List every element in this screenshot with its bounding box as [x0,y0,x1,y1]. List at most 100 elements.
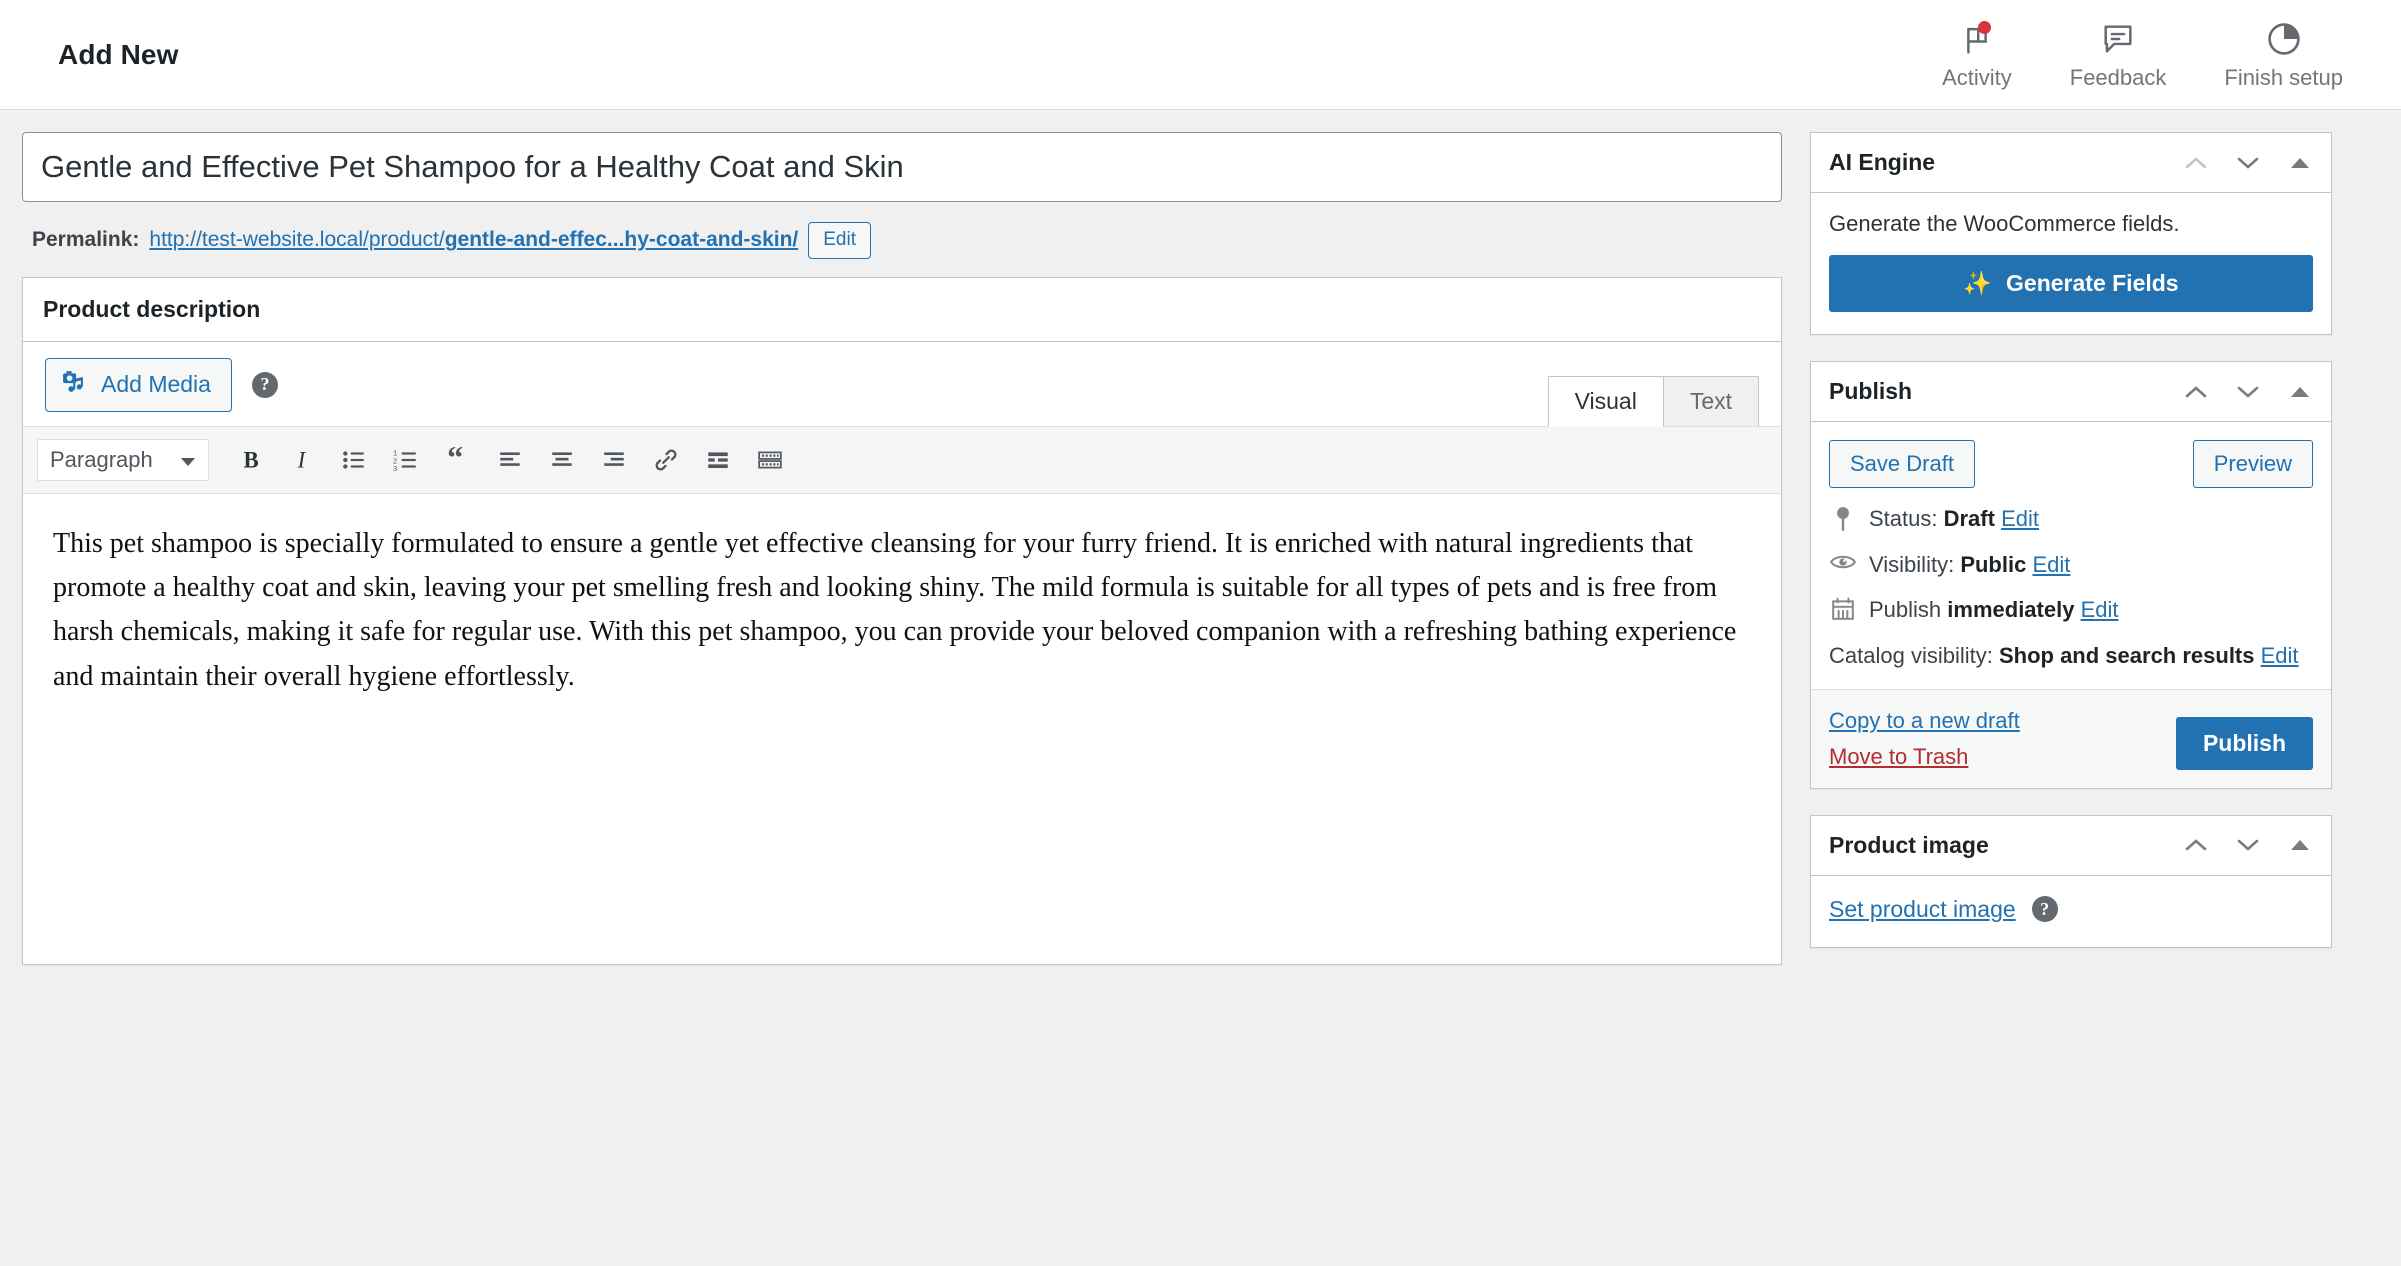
bold-icon[interactable]: B [227,437,273,483]
product-title-input[interactable] [22,132,1782,202]
collapse-toggle-icon[interactable] [2287,150,2313,176]
ai-engine-title: AI Engine [1829,149,1935,176]
chevron-up-icon[interactable] [2183,379,2209,405]
publish-title: Publish [1829,378,1912,405]
align-right-icon[interactable] [591,437,637,483]
permalink-row: Permalink: http://test-website.local/pro… [32,222,1782,259]
notification-badge [1978,21,1991,34]
status-text: Status: Draft Edit [1869,504,2039,534]
publish-button[interactable]: Publish [2176,717,2313,770]
publish-quick-actions: Save Draft Preview [1811,422,2331,494]
ai-engine-description: Generate the WooCommerce fields. [1829,211,2313,237]
generate-fields-label: Generate Fields [2006,270,2179,297]
add-media-label: Add Media [101,371,211,398]
publish-header: Publish [1811,362,2331,422]
tab-visual[interactable]: Visual [1548,376,1664,427]
svg-text:B: B [244,447,259,472]
status-edit-link[interactable]: Edit [2001,506,2039,531]
publish-footer-links: Copy to a new draft Move to Trash [1829,708,2020,770]
save-draft-button[interactable]: Save Draft [1829,440,1975,488]
collapse-toggle-icon[interactable] [2287,832,2313,858]
media-group: Add Media ? [45,358,278,426]
catalog-value: Shop and search results [1999,643,2255,668]
panel-handle-actions [2183,379,2313,405]
align-center-icon[interactable] [539,437,585,483]
editor-content-area[interactable]: This pet shampoo is specially formulated… [23,494,1781,964]
visibility-value: Public [1960,552,2026,577]
status-value: Draft [1944,506,1995,531]
permalink-base: http://test-website.local/product/ [149,228,444,251]
publish-misc-actions: Status: Draft Edit Visibility: [1811,494,2331,689]
numbered-list-icon[interactable]: 1 2 3 [383,437,429,483]
catalog-label: Catalog visibility: [1829,643,1993,668]
align-left-icon[interactable] [487,437,533,483]
main-column: Permalink: http://test-website.local/pro… [22,132,1782,965]
panel-handle-actions [2183,150,2313,176]
read-more-icon[interactable] [695,437,741,483]
permalink-edit-button[interactable]: Edit [808,222,871,259]
visibility-row: Visibility: Public Edit [1829,550,2313,580]
preview-button[interactable]: Preview [2193,440,2313,488]
set-product-image-row: Set product image ? [1811,876,2331,947]
bulleted-list-icon[interactable] [331,437,377,483]
magic-wand-icon: ✨ [1963,270,1992,297]
catalog-visibility-text: Catalog visibility: Shop and search resu… [1829,641,2299,671]
help-circle-icon[interactable]: ? [2032,896,2058,922]
status-row: Status: Draft Edit [1829,504,2313,534]
topbar-action-label: Finish setup [2224,65,2343,91]
topbar-action-finish-setup[interactable]: Finish setup [2224,18,2343,91]
add-media-button[interactable]: Add Media [45,358,232,412]
paragraph-format-select[interactable]: Paragraph [37,439,209,481]
product-description-header: Product description [23,278,1781,342]
chevron-up-icon[interactable] [2183,150,2209,176]
editor-format-toolbar: Paragraph B I [23,426,1781,494]
svg-text:I: I [297,447,307,472]
publish-footer: Copy to a new draft Move to Trash Publis… [1811,689,2331,788]
visibility-text: Visibility: Public Edit [1869,550,2070,580]
schedule-edit-link[interactable]: Edit [2081,597,2119,622]
italic-icon[interactable]: I [279,437,325,483]
ai-engine-panel: AI Engine Generate the WooCommerce field… [1810,132,2332,335]
product-description-title: Product description [43,296,260,323]
panel-handle-actions [2183,832,2313,858]
permalink-slug: gentle-and-effec...hy-coat-and-skin/ [445,228,799,251]
schedule-text: Publish immediately Edit [1869,595,2119,625]
page-title: Add New [58,39,178,71]
product-image-title: Product image [1829,832,1989,859]
admin-topbar: Add New Activity Feedback [0,0,2401,110]
chevron-down-icon [180,447,196,473]
chevron-down-icon[interactable] [2235,832,2261,858]
tab-text[interactable]: Text [1663,376,1759,426]
set-product-image-link[interactable]: Set product image [1829,896,2016,923]
product-description-box: Product description [22,277,1782,965]
permalink-label: Permalink: [32,228,139,252]
chevron-down-icon[interactable] [2235,379,2261,405]
chevron-down-icon[interactable] [2235,150,2261,176]
status-label: Status: [1869,506,1937,531]
admin-content: Permalink: http://test-website.local/pro… [0,110,2401,1266]
copy-to-new-draft-link[interactable]: Copy to a new draft [1829,708,2020,734]
catalog-visibility-row: Catalog visibility: Shop and search resu… [1829,641,2313,671]
generate-fields-button[interactable]: ✨ Generate Fields [1829,255,2313,312]
chevron-up-icon[interactable] [2183,832,2209,858]
catalog-edit-link[interactable]: Edit [2261,643,2299,668]
collapse-toggle-icon[interactable] [2287,379,2313,405]
topbar-action-feedback[interactable]: Feedback [2070,18,2167,91]
blockquote-icon[interactable]: “ [435,437,481,483]
topbar-actions: Activity Feedback Finish setup [1942,18,2361,91]
permalink-link[interactable]: http://test-website.local/product/gentle… [149,228,798,252]
product-image-header: Product image [1811,816,2331,876]
toolbar-toggle-icon[interactable] [747,437,793,483]
schedule-value: immediately [1947,597,2074,622]
sidebar-column: AI Engine Generate the WooCommerce field… [1810,132,2332,974]
topbar-action-activity[interactable]: Activity [1942,18,2012,91]
svg-text:“: “ [447,447,463,473]
flag-icon [1956,18,1998,60]
help-circle-icon[interactable]: ? [252,372,278,398]
move-to-trash-link[interactable]: Move to Trash [1829,744,2020,770]
calendar-icon [1829,595,1857,621]
link-icon[interactable] [643,437,689,483]
comment-icon [2097,18,2139,60]
editor-top-bar: Add Media ? Visual Text [23,342,1781,426]
visibility-edit-link[interactable]: Edit [2032,552,2070,577]
